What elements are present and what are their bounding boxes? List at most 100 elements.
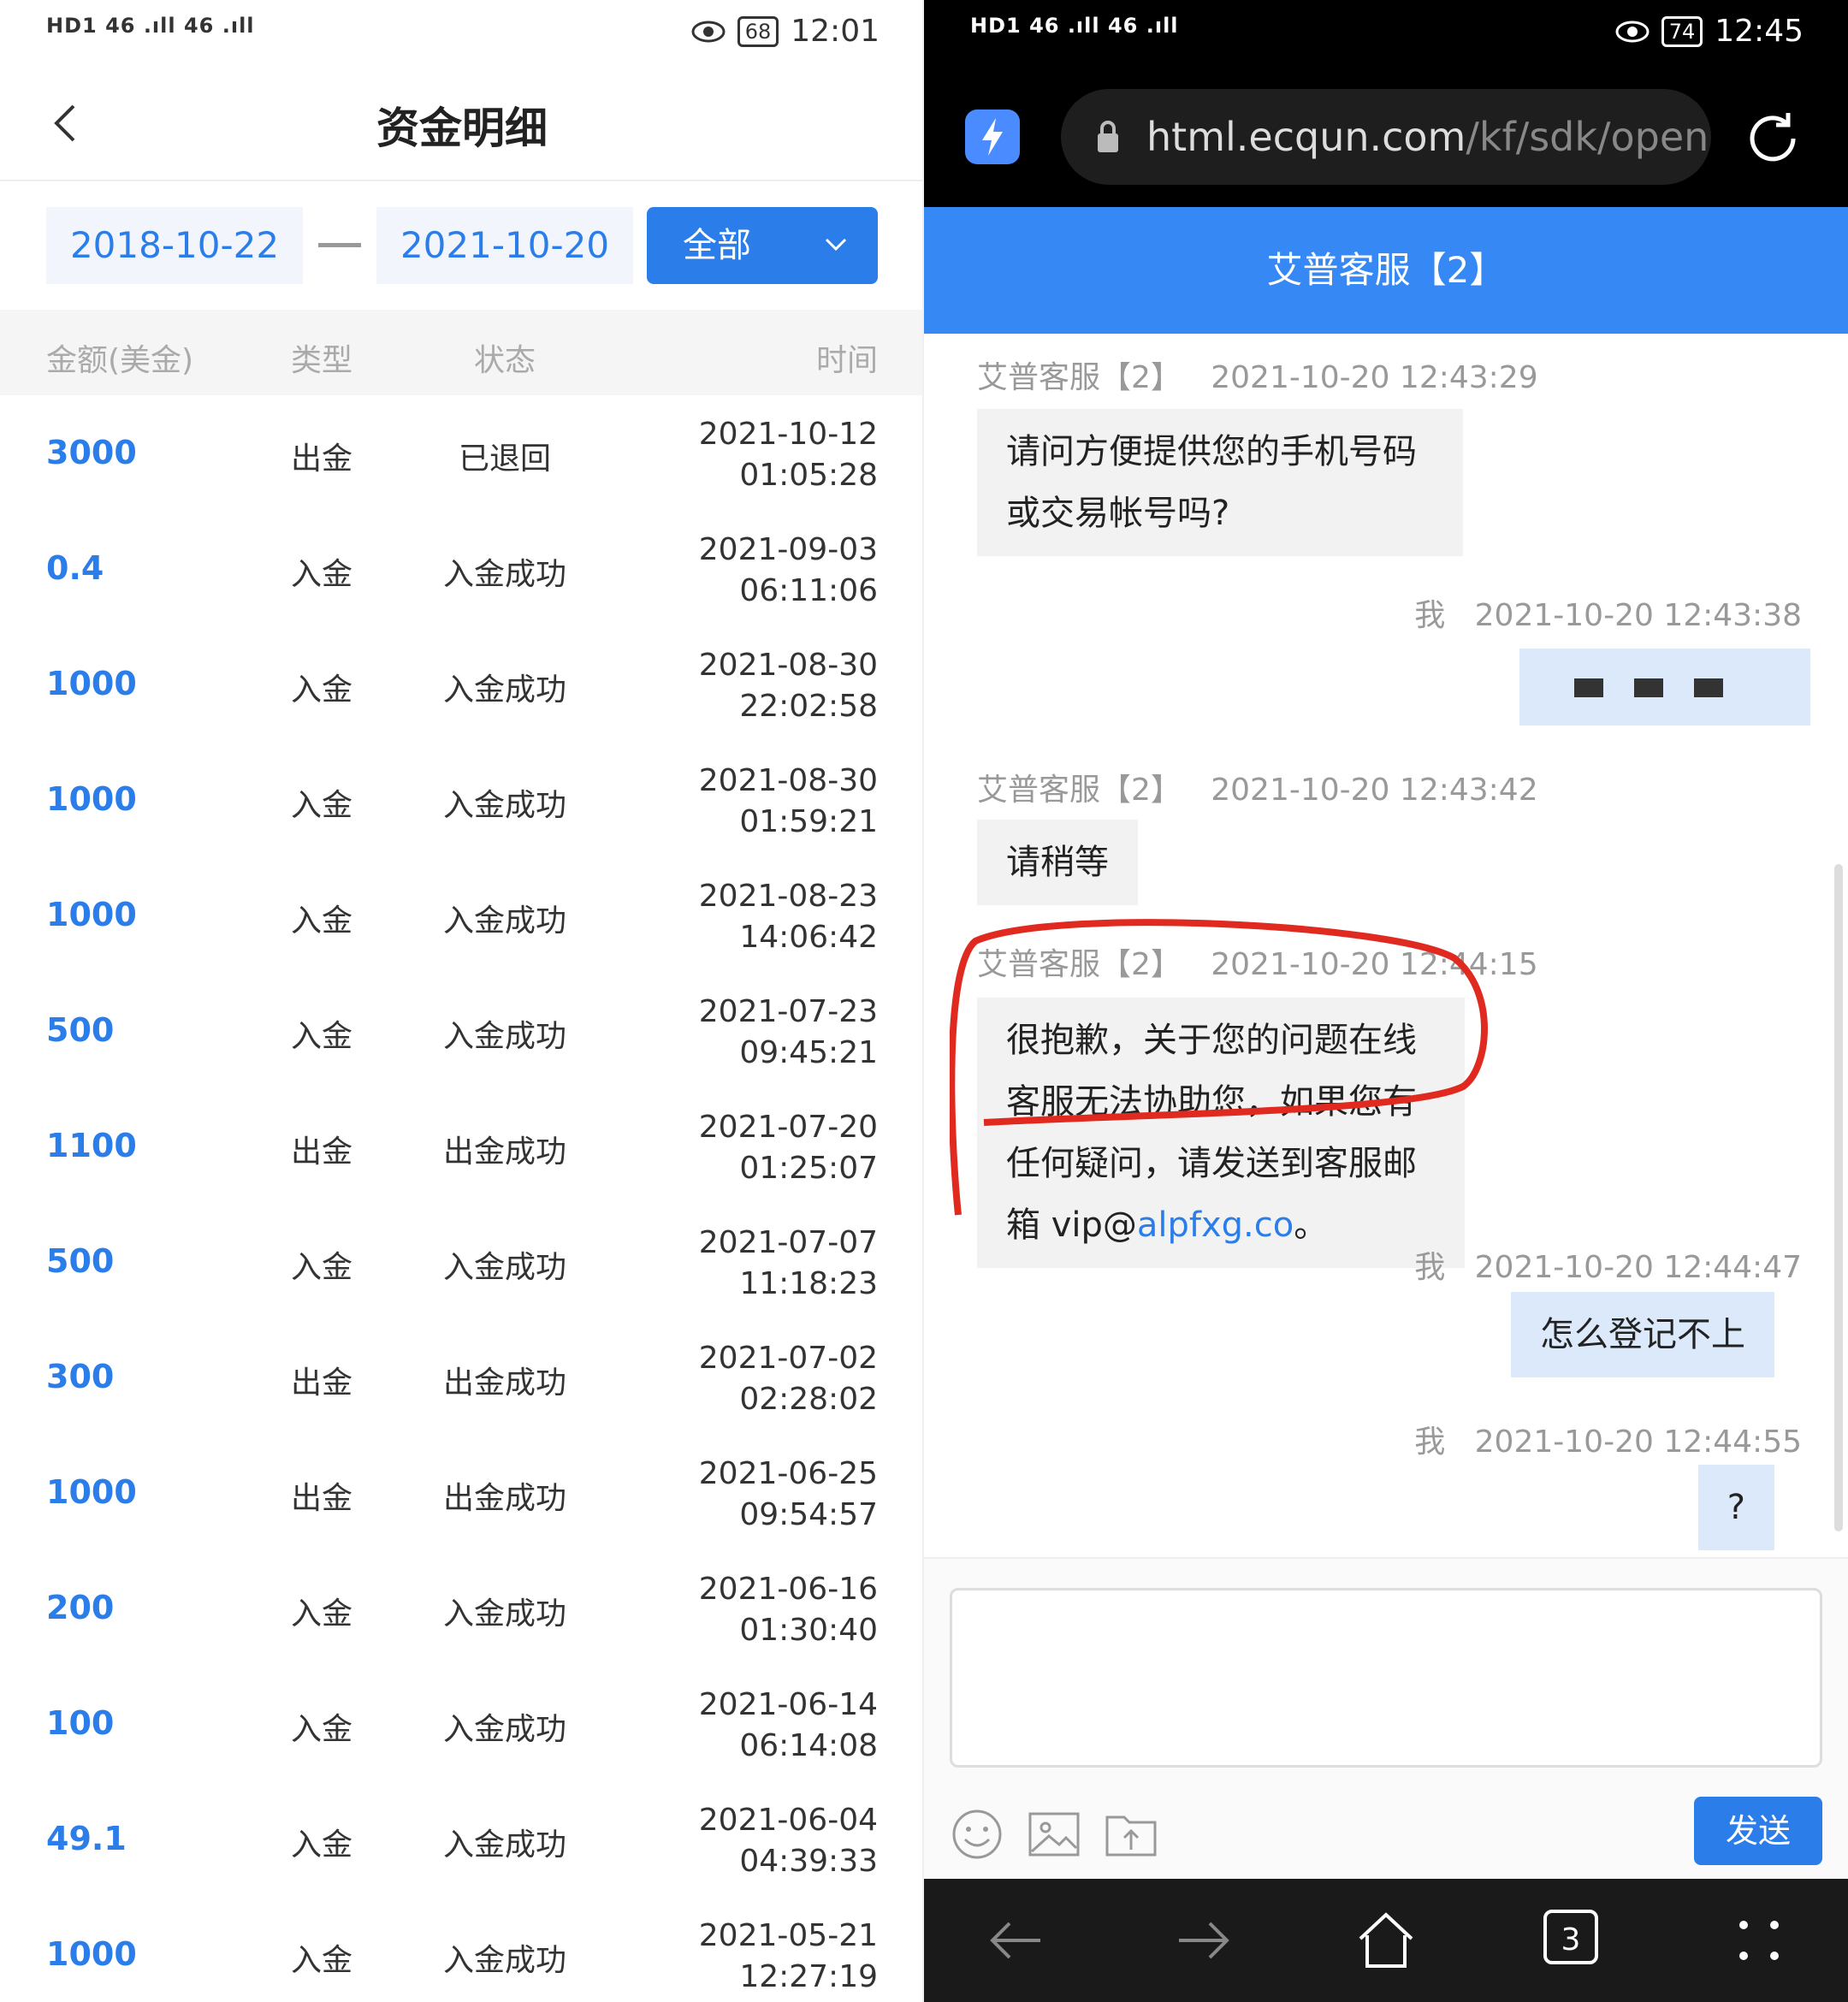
type-cell: 入金 <box>291 788 353 823</box>
bolt-icon[interactable] <box>965 110 1020 164</box>
status-cell: 入金成功 <box>442 1019 566 1054</box>
type-cell: 入金 <box>291 1250 353 1285</box>
message-input[interactable] <box>950 1588 1822 1768</box>
time-cell: 2021-05-21 12:27:19 <box>698 1918 878 1994</box>
back-arrow-icon[interactable] <box>986 1910 1047 1971</box>
browser-nav-bar: 3 <box>924 1879 1848 2002</box>
status-cell: 入金成功 <box>442 1943 566 1978</box>
amount-cell: 1000 <box>46 780 137 818</box>
time-cell: 2021-08-30 22:02:58 <box>698 648 878 724</box>
type-select-dropdown[interactable]: 全部 <box>647 207 878 284</box>
status-bar: HD1 46 .ıll 46 .ıll 68 12:01 <box>0 0 924 68</box>
scrollbar[interactable] <box>1834 864 1843 1531</box>
status-cell: 入金成功 <box>442 788 566 823</box>
tabs-count-button[interactable]: 3 <box>1543 1910 1598 1964</box>
type-cell: 入金 <box>291 1712 353 1747</box>
signal-indicator: HD1 46 .ıll 46 .ıll <box>970 14 1179 38</box>
type-cell: 出金 <box>291 1365 353 1401</box>
table-row[interactable]: 100 入金 入金成功 2021-06-14 06:14:08 <box>0 1666 924 1781</box>
table-row[interactable]: 200 入金 入金成功 2021-06-16 01:30:40 <box>0 1550 924 1666</box>
status-cell: 入金成功 <box>442 557 566 592</box>
image-icon[interactable] <box>1027 1807 1081 1862</box>
message-meta: 我 2021-10-20 12:44:47 <box>1414 1250 1802 1285</box>
status-cell: 入金成功 <box>442 1250 566 1285</box>
time-cell: 2021-06-14 06:14:08 <box>698 1687 878 1763</box>
type-cell: 出金 <box>291 1481 353 1516</box>
browser-address-bar: html.ecqun.com/kf/sdk/open <box>924 68 1848 207</box>
col-time: 时间 <box>815 343 878 378</box>
date-filter-bar: 2018-10-22 2021-10-20 全部 <box>0 207 924 286</box>
time-cell: 2021-06-25 09:54:57 <box>698 1456 878 1532</box>
amount-cell: 200 <box>46 1589 115 1626</box>
amount-cell: 1000 <box>46 896 137 933</box>
status-cell: 出金成功 <box>442 1365 566 1401</box>
funds-detail-screen: HD1 46 .ıll 46 .ıll 68 12:01 资金明细 2018-1… <box>0 0 924 2002</box>
amount-cell: 300 <box>46 1358 115 1395</box>
redaction-blocks <box>1574 678 1723 697</box>
clock: 12:45 <box>1715 14 1804 49</box>
time-cell: 2021-07-02 02:28:02 <box>698 1341 878 1417</box>
status-cell: 入金成功 <box>442 903 566 939</box>
status-cell: 入金成功 <box>442 1712 566 1747</box>
col-status: 状态 <box>474 343 536 378</box>
eye-icon <box>1615 21 1650 42</box>
send-button[interactable]: 发送 <box>1694 1797 1822 1865</box>
amount-cell: 500 <box>46 1011 115 1049</box>
table-row[interactable]: 1100 出金 出金成功 2021-07-20 01:25:07 <box>0 1088 924 1204</box>
table-row[interactable]: 1000 入金 入金成功 2021-08-30 01:59:21 <box>0 742 924 857</box>
table-header: 金额(美金) 类型 状态 时间 <box>0 310 924 395</box>
table-row[interactable]: 1000 入金 入金成功 2021-08-30 22:02:58 <box>0 626 924 742</box>
amount-cell: 1000 <box>46 1935 137 1973</box>
url-field[interactable]: html.ecqun.com/kf/sdk/open <box>1061 89 1711 185</box>
table-row[interactable]: 1000 入金 入金成功 2021-05-21 12:27:19 <box>0 1897 924 2002</box>
end-date-field[interactable]: 2021-10-20 <box>376 207 633 284</box>
table-row[interactable]: 0.4 入金 入金成功 2021-09-03 06:11:06 <box>0 511 924 626</box>
table-row[interactable]: 500 入金 入金成功 2021-07-23 09:45:21 <box>0 973 924 1088</box>
agent-message: 请问方便提供您的手机号码或交易帐号吗? <box>977 409 1463 556</box>
battery-icon: 74 <box>1661 15 1703 47</box>
amount-cell: 0.4 <box>46 549 104 587</box>
status-cell: 出金成功 <box>442 1134 566 1170</box>
amount-cell: 500 <box>46 1242 115 1280</box>
forward-arrow-icon[interactable] <box>1172 1910 1234 1971</box>
message-meta: 艾普客服【2】 2021-10-20 12:43:29 <box>977 360 1538 395</box>
message-meta: 我 2021-10-20 12:43:38 <box>1414 598 1802 633</box>
amount-cell: 49.1 <box>46 1820 127 1857</box>
chat-messages: 艾普客服【2】 2021-10-20 12:43:29 请问方便提供您的手机号码… <box>924 334 1848 1557</box>
red-highlight-annotation <box>950 919 1488 1216</box>
time-cell: 2021-07-20 01:25:07 <box>698 1110 878 1186</box>
table-row[interactable]: 1000 出金 出金成功 2021-06-25 09:54:57 <box>0 1435 924 1550</box>
home-icon[interactable] <box>1355 1910 1417 1971</box>
time-cell: 2021-10-12 01:05:28 <box>698 417 878 493</box>
amount-cell: 1000 <box>46 1473 137 1511</box>
agent-message: 请稍等 <box>977 820 1138 905</box>
table-row[interactable]: 3000 出金 已退回 2021-10-12 01:05:28 <box>0 395 924 511</box>
reload-icon[interactable] <box>1742 108 1804 169</box>
type-cell: 入金 <box>291 903 353 939</box>
status-cell: 已退回 <box>458 441 551 477</box>
start-date-field[interactable]: 2018-10-22 <box>46 207 303 284</box>
time-cell: 2021-08-30 01:59:21 <box>698 763 878 839</box>
amount-cell: 3000 <box>46 434 137 471</box>
signal-indicator: HD1 46 .ıll 46 .ıll <box>46 14 255 38</box>
page-title: 资金明细 <box>376 104 548 153</box>
amount-cell: 1100 <box>46 1127 137 1164</box>
lock-icon <box>1098 121 1118 152</box>
emoji-icon[interactable] <box>950 1807 1004 1862</box>
type-cell: 入金 <box>291 1019 353 1054</box>
table-row[interactable]: 500 入金 入金成功 2021-07-07 11:18:23 <box>0 1204 924 1319</box>
more-menu-icon[interactable] <box>1728 1910 1790 1971</box>
table-row[interactable]: 300 出金 出金成功 2021-07-02 02:28:02 <box>0 1319 924 1435</box>
type-select-label: 全部 <box>683 226 751 265</box>
time-cell: 2021-07-23 09:45:21 <box>698 994 878 1070</box>
col-amount: 金额(美金) <box>46 343 194 378</box>
status-bar: HD1 46 .ıll 46 .ıll 74 12:45 <box>924 0 1848 68</box>
status-cell: 出金成功 <box>442 1481 566 1516</box>
file-upload-icon[interactable] <box>1104 1807 1158 1862</box>
composer: 发送 <box>924 1557 1848 1882</box>
table-row[interactable]: 49.1 入金 入金成功 2021-06-04 04:39:33 <box>0 1781 924 1897</box>
table-row[interactable]: 1000 入金 入金成功 2021-08-23 14:06:42 <box>0 857 924 973</box>
amount-cell: 1000 <box>46 665 137 702</box>
type-cell: 入金 <box>291 1827 353 1863</box>
col-type: 类型 <box>291 343 353 378</box>
